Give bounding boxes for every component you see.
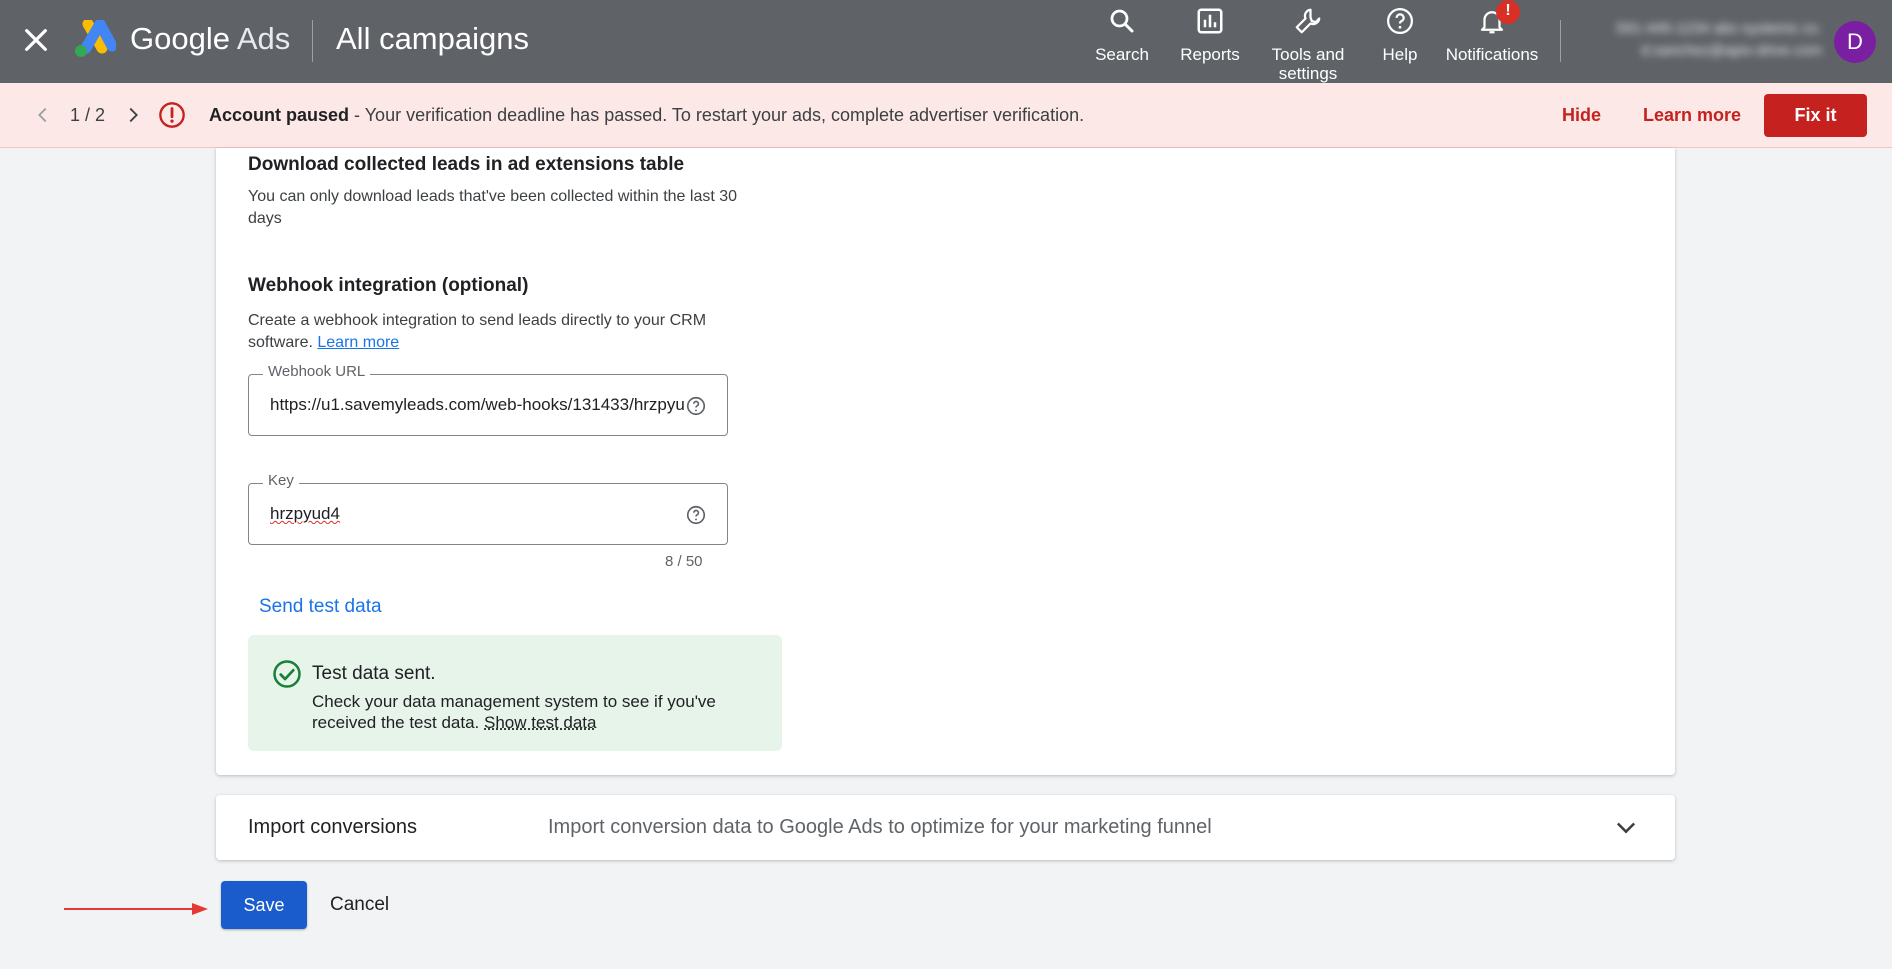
banner-counter: 1 / 2	[70, 105, 106, 125]
brand-name: Google Ads	[130, 21, 290, 57]
test-data-sent-notice: Test data sent. Check your data manageme…	[248, 635, 782, 751]
account-paused-banner: 1 / 2 Account paused - Your verification…	[0, 83, 1892, 148]
reports-tool-label: Reports	[1180, 45, 1240, 64]
success-title: Test data sent.	[312, 663, 436, 684]
import-conversions-description: Import conversion data to Google Ads to …	[548, 816, 1212, 838]
webhook-url-field[interactable]: Webhook URL https://u1.savemyleads.com/w…	[248, 363, 728, 436]
banner-message: Account paused - Your verification deadl…	[209, 105, 1084, 126]
webhook-description: Create a webhook integration to send lea…	[248, 310, 768, 354]
notification-badge: !	[1496, 0, 1520, 24]
fix-it-button[interactable]: Fix it	[1764, 94, 1867, 137]
help-tool-label: Help	[1382, 45, 1418, 64]
webhook-heading: Webhook integration (optional)	[248, 275, 529, 296]
notifications-tool[interactable]: Notifications	[1440, 6, 1544, 64]
help-icon[interactable]	[685, 504, 707, 526]
search-icon	[1110, 9, 1134, 33]
top-app-bar: Google Ads All campaigns Search Reports …	[0, 0, 1892, 83]
webhook-key-field[interactable]: Key hrzpyud4	[248, 472, 728, 545]
page-title[interactable]: All campaigns	[336, 21, 529, 57]
save-button[interactable]: Save	[221, 881, 307, 929]
hide-button[interactable]: Hide	[1562, 105, 1601, 126]
account-info[interactable]: 591-445-1234 abc-systems co. d.sanchez@a…	[1582, 18, 1822, 62]
avatar[interactable]: D	[1834, 21, 1876, 63]
help-icon[interactable]	[685, 395, 707, 417]
success-body: Check your data management system to see…	[312, 691, 762, 733]
webhook-key-label: Key	[263, 472, 299, 489]
reports-tool[interactable]: Reports	[1172, 6, 1248, 64]
search-tool[interactable]: Search	[1090, 6, 1154, 64]
tools-and-settings-tool[interactable]: Tools and settings	[1262, 6, 1354, 83]
brand-ads: Ads	[236, 21, 291, 56]
webhook-learn-more-link[interactable]: Learn more	[317, 334, 399, 351]
help-tool[interactable]: Help	[1370, 6, 1430, 64]
reports-icon	[1197, 8, 1223, 34]
chevron-right-icon[interactable]	[122, 103, 144, 127]
chevron-left-icon[interactable]	[32, 103, 54, 127]
download-leads-heading: Download collected leads in ad extension…	[248, 154, 685, 175]
account-email: d.sanchez@apix-drive.com	[1640, 42, 1822, 59]
tools-tool-label: Tools and settings	[1271, 45, 1345, 83]
annotation-arrow	[64, 903, 208, 915]
lead-form-settings-card: Download collected leads in ad extension…	[216, 148, 1675, 775]
brand-google: Google	[130, 21, 230, 56]
check-circle-icon	[273, 660, 301, 688]
import-conversions-section[interactable]: Import conversions Import conversion dat…	[216, 795, 1675, 860]
notifications-tool-label: Notifications	[1445, 45, 1539, 64]
account-id: 591-445-1234 abc-systems co.	[1616, 20, 1822, 37]
help-icon	[1387, 8, 1413, 34]
send-test-data-button[interactable]: Send test data	[259, 596, 382, 618]
key-character-counter: 8 / 50	[665, 553, 703, 570]
banner-message-text: - Your verification deadline has passed.…	[349, 105, 1085, 125]
alert-icon	[159, 102, 185, 128]
divider	[1560, 20, 1561, 62]
import-conversions-title: Import conversions	[248, 816, 417, 838]
divider	[312, 20, 313, 62]
banner-title: Account paused	[209, 105, 350, 125]
webhook-key-input[interactable]: hrzpyud4	[270, 504, 684, 524]
chevron-down-icon[interactable]	[1612, 813, 1640, 841]
learn-more-button[interactable]: Learn more	[1643, 105, 1741, 126]
webhook-url-label: Webhook URL	[263, 363, 371, 380]
webhook-url-input[interactable]: https://u1.savemyleads.com/web-hooks/131…	[270, 395, 684, 415]
show-test-data-link[interactable]: Show test data	[484, 713, 596, 732]
close-icon[interactable]	[20, 24, 52, 56]
download-leads-text: You can only download leads that've been…	[248, 188, 738, 227]
google-ads-logo	[75, 20, 116, 57]
cancel-button[interactable]: Cancel	[330, 894, 389, 916]
wrench-icon	[1295, 8, 1321, 34]
search-tool-label: Search	[1095, 45, 1149, 64]
